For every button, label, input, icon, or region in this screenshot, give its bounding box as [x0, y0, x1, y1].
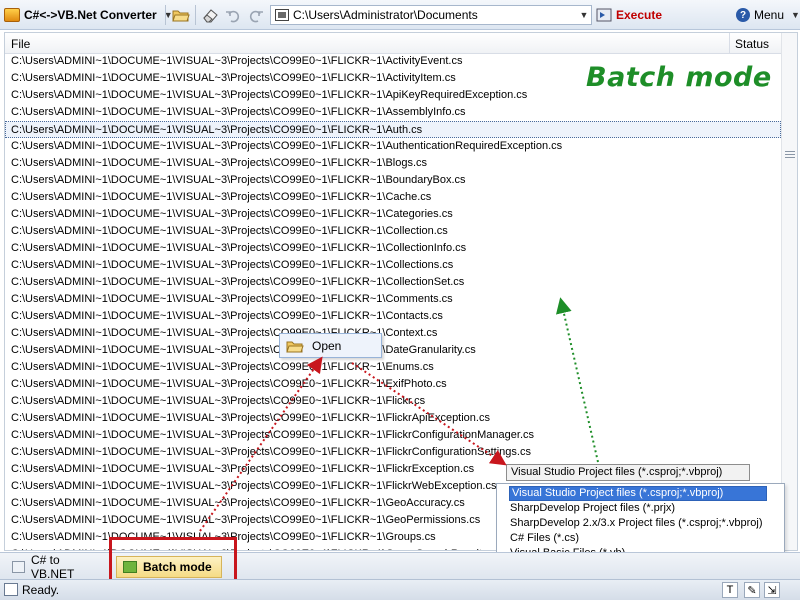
menu-button[interactable]: ? Menu ▼ [736, 5, 800, 25]
table-row[interactable]: C:\Users\ADMINI~1\DOCUME~1\VISUAL~3\Proj… [5, 189, 781, 206]
table-row[interactable]: C:\Users\ADMINI~1\DOCUME~1\VISUAL~3\Proj… [5, 240, 781, 257]
batch-mode-title: Batch mode [586, 62, 772, 93]
open-folder-icon [172, 10, 190, 22]
execute-button[interactable]: Execute [596, 5, 662, 25]
tab-label: C# to VB.NET [30, 553, 75, 581]
app-title: C#<->VB.Net Converter [24, 8, 157, 22]
status-bar: Ready. T ✎ ⇲ [0, 579, 800, 600]
app-menu-button[interactable]: C#<->VB.Net Converter ▼ [4, 5, 173, 25]
file-type-option[interactable]: SharpDevelop Project files (*.prjx) [497, 501, 784, 516]
status-icon [4, 583, 18, 596]
table-row[interactable]: C:\Users\ADMINI~1\DOCUME~1\VISUAL~3\Proj… [5, 155, 781, 172]
tabs-bar: C# to VB.NET Batch mode [0, 552, 800, 581]
menu-label: Menu [754, 8, 785, 22]
eraser-icon [203, 9, 218, 23]
table-row[interactable]: C:\Users\ADMINI~1\DOCUME~1\VISUAL~3\Proj… [5, 376, 781, 393]
pin-icon[interactable]: ✎ [744, 582, 760, 598]
tab-label: Batch mode [143, 560, 212, 574]
table-row[interactable]: C:\Users\ADMINI~1\DOCUME~1\VISUAL~3\Proj… [5, 274, 781, 291]
app-icon [4, 8, 20, 22]
table-row[interactable]: C:\Users\ADMINI~1\DOCUME~1\VISUAL~3\Proj… [5, 206, 781, 223]
table-row[interactable]: C:\Users\ADMINI~1\DOCUME~1\VISUAL~3\Proj… [5, 410, 781, 427]
text-icon[interactable]: T [722, 582, 738, 598]
file-type-option[interactable]: SharpDevelop 2.x/3.x Project files (*.cs… [497, 516, 784, 531]
converter-icon [12, 561, 25, 573]
help-icon: ? [736, 8, 750, 22]
table-row[interactable]: C:\Users\ADMINI~1\DOCUME~1\VISUAL~3\Proj… [5, 393, 781, 410]
context-menu-open[interactable]: Open [312, 339, 341, 353]
context-menu: Open [279, 333, 382, 358]
table-row[interactable]: C:\Users\ADMINI~1\DOCUME~1\VISUAL~3\Proj… [5, 104, 781, 121]
toolbar: C#<->VB.Net Converter ▼ C:\Users\Adminis… [0, 0, 800, 30]
clear-button[interactable] [200, 5, 220, 25]
redo-icon [249, 10, 263, 23]
path-combobox[interactable]: C:\Users\Administrator\Documents ▼ [270, 5, 592, 25]
table-row[interactable]: C:\Users\ADMINI~1\DOCUME~1\VISUAL~3\Proj… [5, 138, 781, 155]
table-row[interactable]: C:\Users\ADMINI~1\DOCUME~1\VISUAL~3\Proj… [5, 291, 781, 308]
execute-icon [596, 8, 612, 22]
drive-icon [275, 9, 289, 21]
undo-button[interactable] [223, 5, 243, 25]
open-folder-button[interactable] [171, 5, 191, 25]
batch-icon [123, 561, 137, 573]
undo-icon [226, 10, 240, 23]
toolbar-separator [195, 5, 196, 25]
path-value: C:\Users\Administrator\Documents [293, 8, 478, 22]
table-row[interactable]: C:\Users\ADMINI~1\DOCUME~1\VISUAL~3\Proj… [5, 444, 781, 461]
table-row[interactable]: C:\Users\ADMINI~1\DOCUME~1\VISUAL~3\Proj… [5, 325, 781, 342]
table-row[interactable]: C:\Users\ADMINI~1\DOCUME~1\VISUAL~3\Proj… [5, 257, 781, 274]
chevron-down-icon: ▼ [791, 10, 800, 20]
table-row[interactable]: C:\Users\ADMINI~1\DOCUME~1\VISUAL~3\Proj… [5, 172, 781, 189]
toolbar-separator [165, 5, 166, 25]
file-type-option[interactable]: Visual Studio Project files (*.csproj;*.… [509, 486, 767, 501]
file-type-option[interactable]: C# Files (*.cs) [497, 531, 784, 546]
chevron-down-icon[interactable]: ▼ [577, 10, 591, 20]
vertical-scrollbar[interactable] [781, 33, 797, 550]
table-row[interactable]: C:\Users\ADMINI~1\DOCUME~1\VISUAL~3\Proj… [5, 342, 781, 359]
redo-button[interactable] [246, 5, 266, 25]
table-row[interactable]: C:\Users\ADMINI~1\DOCUME~1\VISUAL~3\Proj… [5, 308, 781, 325]
table-row[interactable]: C:\Users\ADMINI~1\DOCUME~1\VISUAL~3\Proj… [5, 223, 781, 240]
column-header-status[interactable]: Status [729, 33, 781, 53]
tab-csharp-to-vbnet[interactable]: C# to VB.NET [6, 553, 106, 581]
table-row[interactable]: C:\Users\ADMINI~1\DOCUME~1\VISUAL~3\Proj… [5, 121, 781, 138]
status-text: Ready. [22, 583, 60, 597]
scrollbar-grip-icon[interactable] [785, 149, 795, 159]
open-folder-icon [286, 339, 304, 353]
column-header-file[interactable]: File [11, 37, 30, 51]
table-row[interactable]: C:\Users\ADMINI~1\DOCUME~1\VISUAL~3\Proj… [5, 427, 781, 444]
table-row[interactable]: C:\Users\ADMINI~1\DOCUME~1\VISUAL~3\Proj… [5, 359, 781, 376]
file-type-filter[interactable]: Visual Studio Project files (*.csproj;*.… [506, 464, 750, 481]
tab-batch-mode[interactable]: Batch mode [116, 556, 222, 578]
execute-label: Execute [616, 8, 663, 22]
resize-icon[interactable]: ⇲ [764, 582, 780, 598]
file-list-header: File Status [5, 33, 781, 54]
